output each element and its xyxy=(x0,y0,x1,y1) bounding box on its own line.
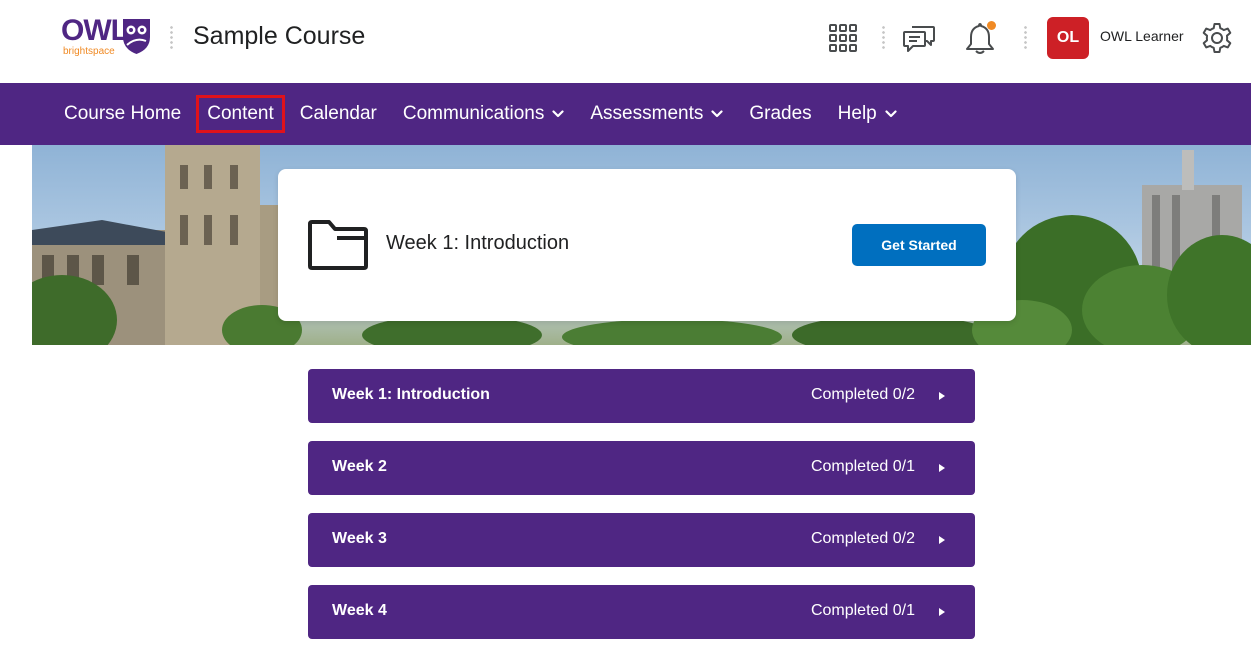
owl-brightspace-logo[interactable]: OWL brightspace xyxy=(61,16,153,60)
logo-text: OWL xyxy=(61,14,129,47)
logo-subtext: brightspace xyxy=(63,46,115,57)
module-name: Week 2 xyxy=(332,458,387,475)
messages-icon[interactable] xyxy=(900,19,938,57)
nav-content[interactable]: Content xyxy=(196,95,285,133)
module-list: Week 1: Introduction Completed 0/2 Week … xyxy=(308,369,975,657)
nav-help[interactable]: Help xyxy=(825,95,910,133)
nav-course-home[interactable]: Course Home xyxy=(61,95,194,133)
get-started-button[interactable]: Get Started xyxy=(852,224,986,266)
header-divider xyxy=(1024,25,1027,51)
caret-right-icon xyxy=(939,536,945,544)
current-week-title: Week 1: Introduction xyxy=(386,232,570,254)
caret-right-icon xyxy=(939,608,945,616)
notification-dot xyxy=(987,21,996,30)
chevron-down-icon xyxy=(711,110,723,118)
nav-label: Content xyxy=(207,103,274,124)
nav-label: Help xyxy=(837,103,877,124)
module-item[interactable]: Week 4 Completed 0/1 xyxy=(308,585,975,639)
nav-communications[interactable]: Communications xyxy=(390,95,578,133)
nav-label: Course Home xyxy=(64,103,182,124)
nav-grades[interactable]: Grades xyxy=(736,95,824,133)
caret-right-icon xyxy=(939,392,945,400)
course-title[interactable]: Sample Course xyxy=(193,20,365,52)
gear-icon[interactable] xyxy=(1199,20,1235,56)
user-name[interactable]: OWL Learner xyxy=(1100,28,1184,44)
module-item[interactable]: Week 2 Completed 0/1 xyxy=(308,441,975,495)
current-week-card: Week 1: Introduction Get Started xyxy=(278,169,1016,321)
chevron-down-icon xyxy=(885,110,897,118)
header-divider xyxy=(882,25,885,51)
apps-grid-icon[interactable] xyxy=(826,21,860,55)
nav-label: Communications xyxy=(402,103,545,124)
nav-calendar[interactable]: Calendar xyxy=(287,95,390,133)
module-name: Week 1: Introduction xyxy=(332,386,490,403)
module-item[interactable]: Week 1: Introduction Completed 0/2 xyxy=(308,369,975,423)
module-status: Completed 0/2 xyxy=(810,530,915,547)
module-status: Completed 0/2 xyxy=(810,386,915,403)
module-name: Week 4 xyxy=(332,602,387,619)
course-navbar: Course Home Content Calendar Communicati… xyxy=(0,83,1251,145)
module-status: Completed 0/1 xyxy=(810,458,915,475)
folder-icon xyxy=(308,220,368,270)
module-name: Week 3 xyxy=(332,530,387,547)
module-item[interactable]: Week 3 Completed 0/2 xyxy=(308,513,975,567)
caret-right-icon xyxy=(939,464,945,472)
chevron-down-icon xyxy=(552,110,564,118)
user-avatar[interactable]: OL xyxy=(1047,17,1089,59)
top-header: OWL brightspace Sample Course OL OWL Lea… xyxy=(0,0,1251,83)
nav-label: Grades xyxy=(749,103,812,124)
nav-label: Assessments xyxy=(590,103,704,124)
nav-label: Calendar xyxy=(299,103,377,124)
owl-shield-icon xyxy=(123,19,150,54)
header-divider xyxy=(170,25,173,51)
module-status: Completed 0/1 xyxy=(810,602,915,619)
nav-assessments[interactable]: Assessments xyxy=(577,95,736,133)
